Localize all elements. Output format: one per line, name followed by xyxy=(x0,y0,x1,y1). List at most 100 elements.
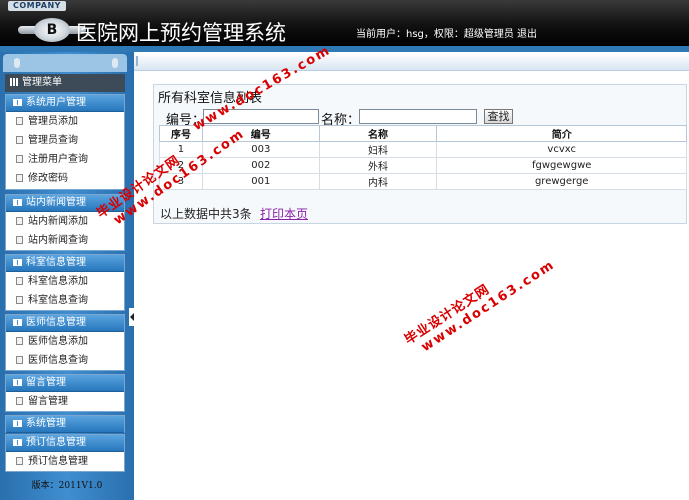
cell-intro: fgwgewgwe xyxy=(436,157,687,174)
document-icon xyxy=(16,296,23,304)
cell-name: 外科 xyxy=(318,157,438,174)
menu-group-news: 站内新闻管理 站内新闻添加 站内新闻查询 xyxy=(5,194,125,251)
page-title: 所有科室信息列表 xyxy=(158,91,263,106)
menu-item-label: 留言管理 xyxy=(28,396,68,407)
group-title: 留言管理 xyxy=(26,377,66,388)
menu-item-label: 科室信息查询 xyxy=(28,295,88,306)
document-icon xyxy=(16,397,23,405)
cell-intro: vcvxc xyxy=(436,141,687,158)
menu-group-messages: 留言管理 留言管理 xyxy=(5,374,125,412)
menu-grid-icon xyxy=(10,78,18,86)
logout-link[interactable]: 退出 xyxy=(517,25,537,40)
menu-item-department-add[interactable]: 科室信息添加 xyxy=(6,272,124,291)
group-header-booking[interactable]: 预订信息管理 xyxy=(6,435,124,452)
app-title: 医院网上预约管理系统 xyxy=(76,21,286,45)
pin-icon xyxy=(112,58,118,68)
print-page-link[interactable]: 打印本页 xyxy=(260,205,308,222)
group-title: 医师信息管理 xyxy=(26,317,86,328)
company-badge: COMPANY xyxy=(8,1,66,11)
department-table: 序号 编号 名称 简介 1 003 妇科 vcvxc 2 002 外科 fgwg… xyxy=(159,125,687,190)
document-icon xyxy=(16,136,23,144)
document-icon xyxy=(16,236,23,244)
group-header-department[interactable]: 科室信息管理 xyxy=(6,255,124,272)
folder-icon xyxy=(13,439,22,446)
menu-item-label: 管理员查询 xyxy=(28,135,78,146)
menu-item-messages[interactable]: 留言管理 xyxy=(6,392,124,411)
group-title: 系统用户管理 xyxy=(26,97,86,108)
code-input[interactable] xyxy=(203,109,319,124)
menu-item-label: 预订信息管理 xyxy=(28,456,88,467)
menu-item-doctor-query[interactable]: 医师信息查询 xyxy=(6,351,124,370)
cell-index: 2 xyxy=(159,157,203,174)
group-header-messages[interactable]: 留言管理 xyxy=(6,375,124,392)
cell-name: 妇科 xyxy=(318,141,438,158)
name-input[interactable] xyxy=(359,109,477,124)
menu-item-change-password[interactable]: 修改密码 xyxy=(6,169,124,188)
cell-index: 1 xyxy=(159,141,203,158)
menu-item-department-query[interactable]: 科室信息查询 xyxy=(6,291,124,310)
table-row[interactable]: 1 003 妇科 vcvxc xyxy=(159,141,687,158)
menu-group-booking: 预订信息管理 预订信息管理 xyxy=(5,434,125,472)
cell-index: 3 xyxy=(159,173,203,190)
menu-item-admin-query[interactable]: 管理员查询 xyxy=(6,131,124,150)
folder-icon xyxy=(13,259,22,266)
column-header-index: 序号 xyxy=(159,125,203,142)
group-title: 站内新闻管理 xyxy=(26,197,86,208)
record-count-summary: 以上数据中共3条 xyxy=(160,207,252,221)
bentley-logo: B xyxy=(34,18,70,42)
toolbar-divider xyxy=(136,56,138,66)
group-title: 预订信息管理 xyxy=(26,437,86,448)
menu-group-department: 科室信息管理 科室信息添加 科室信息查询 xyxy=(5,254,125,311)
group-header-news[interactable]: 站内新闻管理 xyxy=(6,195,124,212)
group-header-system-users[interactable]: 系统用户管理 xyxy=(6,95,124,112)
cell-code: 001 xyxy=(201,173,320,190)
header: COMPANY B 医院网上预约管理系统 当前用户：hsg，权限：超级管理员 退… xyxy=(0,0,689,46)
main-toolbar xyxy=(134,52,689,71)
cell-code: 002 xyxy=(201,157,320,174)
table-row[interactable]: 2 002 外科 fgwgewgwe xyxy=(159,157,687,174)
menu-item-doctor-add[interactable]: 医师信息添加 xyxy=(6,332,124,351)
column-header-code: 编号 xyxy=(201,125,320,142)
table-row[interactable]: 3 001 内科 grewgerge xyxy=(159,173,687,190)
group-header-doctor[interactable]: 医师信息管理 xyxy=(6,315,124,332)
menu-item-booking[interactable]: 预订信息管理 xyxy=(6,452,124,471)
sidebar-top-bar xyxy=(3,54,127,72)
document-icon xyxy=(16,117,23,125)
cell-intro: grewgerge xyxy=(436,173,687,190)
folder-icon xyxy=(13,99,22,106)
document-icon xyxy=(16,155,23,163)
menu-item-label: 医师信息查询 xyxy=(28,355,88,366)
folder-icon xyxy=(13,379,22,386)
pin-icon xyxy=(14,58,20,68)
folder-icon xyxy=(13,199,22,206)
cell-name: 内科 xyxy=(318,173,438,190)
menu-item-label: 科室信息添加 xyxy=(28,276,88,287)
cell-code: 003 xyxy=(201,141,320,158)
folder-icon xyxy=(13,319,22,326)
folder-icon xyxy=(13,420,22,427)
menu-item-label: 注册用户查询 xyxy=(28,154,88,165)
menu-item-label: 医师信息添加 xyxy=(28,336,88,347)
menu-title: 管理菜单 xyxy=(22,77,62,88)
menu-item-news-add[interactable]: 站内新闻添加 xyxy=(6,212,124,231)
menu-item-admin-add[interactable]: 管理员添加 xyxy=(6,112,124,131)
document-icon xyxy=(16,277,23,285)
group-header-system[interactable]: 系统管理 xyxy=(6,416,124,433)
menu-group-system-users: 系统用户管理 管理员添加 管理员查询 注册用户查询 修改密码 xyxy=(5,94,125,190)
menu-item-news-query[interactable]: 站内新闻查询 xyxy=(6,231,124,250)
menu-item-label: 管理员添加 xyxy=(28,116,78,127)
group-title: 科室信息管理 xyxy=(26,257,86,268)
menu-item-label: 修改密码 xyxy=(28,173,68,184)
document-icon xyxy=(16,174,23,182)
table-header-row: 序号 编号 名称 简介 xyxy=(159,125,687,142)
group-title: 系统管理 xyxy=(26,418,66,429)
menu-item-user-query[interactable]: 注册用户查询 xyxy=(6,150,124,169)
document-icon xyxy=(16,337,23,345)
column-header-intro: 简介 xyxy=(436,125,687,142)
current-user-info: 当前用户：hsg，权限：超级管理员 xyxy=(356,29,514,40)
menu-item-label: 站内新闻查询 xyxy=(28,235,88,246)
menu-item-label: 站内新闻添加 xyxy=(28,216,88,227)
search-button[interactable]: 查找 xyxy=(484,109,513,124)
menu-group-system: 系统管理 xyxy=(5,415,125,433)
menu-group-doctor: 医师信息管理 医师信息添加 医师信息查询 xyxy=(5,314,125,371)
